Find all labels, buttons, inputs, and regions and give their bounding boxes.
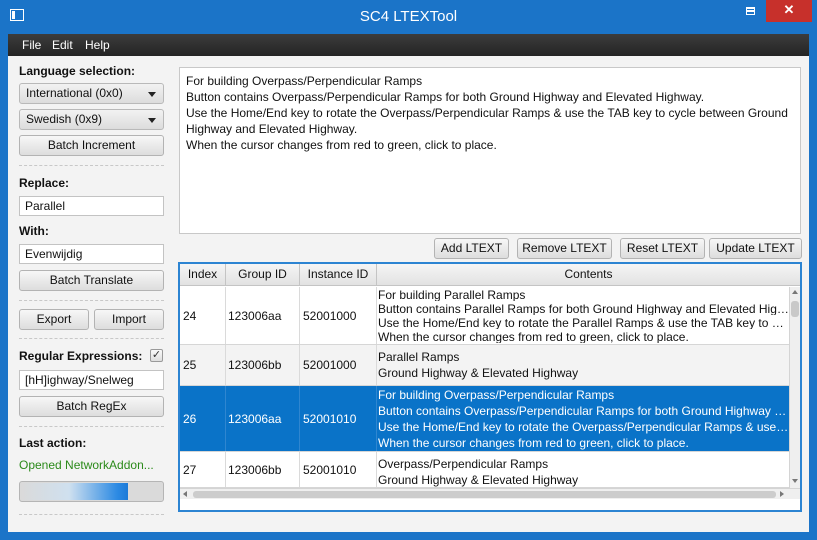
last-action-status: Opened NetworkAddon... [19,458,154,472]
contents-line: Overpass/Perpendicular Ramps [378,457,549,471]
last-action-label: Last action: [19,436,87,450]
cell-instance-id: 52001010 [300,386,377,451]
window-title: SC4 LTEXTool [359,8,458,25]
cell-group-id: 123006aa [226,386,300,451]
maximize-button[interactable] [737,0,763,22]
header-index[interactable]: Index [180,264,226,286]
language-secondary-select[interactable]: Swedish (0x9) [19,109,164,130]
with-input[interactable]: Evenwijdig [19,244,164,264]
ltext-table[interactable]: Index Group ID Instance ID Contents 24 1… [178,262,802,512]
scroll-left-icon[interactable] [183,491,187,497]
contents-line: Button contains Overpass/Perpendicular R… [378,403,789,418]
checkmark-icon: ✓ [151,349,162,361]
contents-line: When the cursor changes from red to gree… [378,435,689,450]
header-instance-id[interactable]: Instance ID [300,264,377,286]
cell-index: 25 [180,345,226,385]
horizontal-scrollbar[interactable] [180,488,800,499]
editor-line: When the cursor changes from red to gree… [186,138,497,152]
menu-edit[interactable]: Edit [52,38,73,52]
cell-instance-id: 52001000 [300,345,377,385]
editor-line: Highway and Elevated Highway. [186,122,358,136]
scroll-thumb[interactable] [193,491,776,498]
cell-instance-id: 52001010 [300,452,377,487]
divider [19,426,164,427]
table-row[interactable]: 24 123006aa 52001000 For building Parall… [180,287,789,345]
import-button[interactable]: Import [94,309,164,330]
progress-bar [19,481,164,502]
reset-ltext-button[interactable]: Reset LTEXT [620,238,705,259]
cell-contents: Overpass/Perpendicular Ramps Ground High… [377,452,789,487]
chevron-down-icon [148,118,156,123]
table-row-selected[interactable]: 26 123006aa 52001010 For building Overpa… [180,386,789,452]
contents-line: When the cursor changes from red to gree… [378,330,689,343]
cell-group-id: 123006aa [226,287,300,344]
header-group-id[interactable]: Group ID [226,264,300,286]
cell-index: 24 [180,287,226,344]
divider [19,338,164,339]
language-label: Language selection: [19,64,136,78]
batch-translate-button[interactable]: Batch Translate [19,270,164,291]
progress-fill [21,483,129,500]
remove-ltext-button[interactable]: Remove LTEXT [517,238,612,259]
chevron-down-icon [148,92,156,97]
divider [19,514,164,515]
cell-group-id: 123006bb [226,452,300,487]
close-icon: ✕ [783,2,795,17]
scroll-up-icon[interactable] [792,290,798,294]
vertical-scrollbar[interactable] [789,287,800,488]
cell-contents: Parallel Ramps Ground Highway & Elevated… [377,345,789,385]
scroll-right-icon[interactable] [780,491,784,497]
editor-line: For building Overpass/Perpendicular Ramp… [186,74,423,88]
menu-file[interactable]: File [22,38,41,52]
cell-contents: For building Parallel Ramps Button conta… [377,287,789,344]
export-button[interactable]: Export [19,309,89,330]
divider [19,165,164,166]
title-bar: SC4 LTEXTool ✕ [0,0,817,34]
maximize-icon [745,6,755,15]
cell-index: 27 [180,452,226,487]
replace-input[interactable]: Parallel [19,196,164,216]
cell-index: 26 [180,386,226,451]
regex-checkbox[interactable]: ✓ [150,349,163,362]
menu-help[interactable]: Help [85,38,110,52]
contents-line: Use the Home/End key to rotate the Paral… [378,316,789,329]
update-ltext-button[interactable]: Update LTEXT [709,238,802,259]
cell-instance-id: 52001000 [300,287,377,344]
scroll-thumb[interactable] [791,301,799,317]
cell-group-id: 123006bb [226,345,300,385]
cell-contents: For building Overpass/Perpendicular Ramp… [377,386,789,451]
with-label: With: [19,224,49,238]
contents-line: Parallel Ramps [378,350,460,364]
ltext-editor[interactable]: For building Overpass/Perpendicular Ramp… [179,67,801,234]
regex-label: Regular Expressions: [19,349,143,363]
language-primary-select[interactable]: International (0x0) [19,83,164,104]
app-client: File Edit Help Language selection: Inter… [8,34,809,532]
header-contents[interactable]: Contents [377,264,800,286]
contents-line: For building Overpass/Perpendicular Ramp… [378,387,615,402]
batch-increment-button[interactable]: Batch Increment [19,135,164,156]
contents-line: Ground Highway & Elevated Highway [378,366,579,380]
editor-line: Use the Home/End key to rotate the Overp… [186,106,788,120]
scroll-down-icon[interactable] [792,479,798,483]
language-secondary-value: Swedish (0x9) [26,112,103,126]
regex-input[interactable]: [hH]ighway/Snelweg [19,370,164,390]
replace-label: Replace: [19,176,70,190]
table-row[interactable]: 25 123006bb 52001000 Parallel Ramps Grou… [180,345,789,386]
table-row[interactable]: 27 123006bb 52001010 Overpass/Perpendicu… [180,452,789,488]
table-header: Index Group ID Instance ID Contents [180,264,800,286]
batch-regex-button[interactable]: Batch RegEx [19,396,164,417]
contents-line: For building Parallel Ramps [378,288,526,301]
contents-line: Use the Home/End key to rotate the Overp… [378,419,789,434]
language-primary-value: International (0x0) [26,86,123,100]
add-ltext-button[interactable]: Add LTEXT [434,238,509,259]
divider [19,300,164,301]
close-button[interactable]: ✕ [766,0,812,22]
editor-line: Button contains Overpass/Perpendicular R… [186,90,705,104]
contents-line: Ground Highway & Elevated Highway [378,472,579,487]
menu-bar: File Edit Help [8,34,809,56]
contents-line: Button contains Parallel Ramps for both … [378,302,789,315]
